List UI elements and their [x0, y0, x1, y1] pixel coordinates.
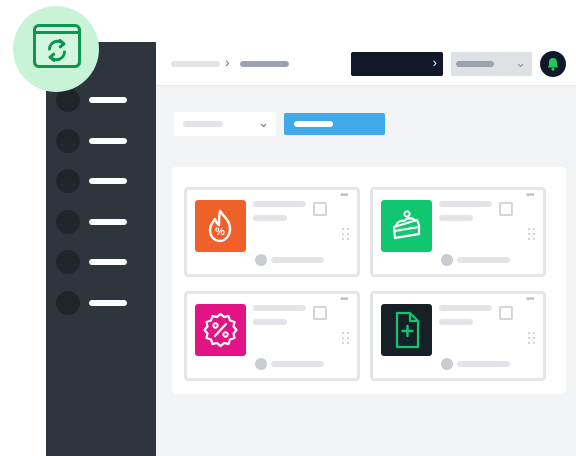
card-title-line [253, 305, 306, 311]
card[interactable]: ••• [370, 291, 546, 381]
card-checkbox[interactable] [313, 202, 327, 216]
add-document-icon [395, 311, 420, 349]
more-options-icon[interactable]: ••• [340, 295, 348, 305]
sidebar-item-icon [56, 129, 80, 153]
drag-handle-icon[interactable] [528, 332, 535, 345]
sidebar-item[interactable] [56, 291, 148, 315]
sidebar-item[interactable] [56, 129, 148, 153]
chevron-down-icon: ⌄ [258, 115, 269, 130]
card[interactable]: ••• [184, 291, 360, 381]
card-checkbox[interactable] [499, 306, 513, 320]
sidebar-item-label [89, 178, 127, 184]
sidebar [46, 42, 156, 456]
card-meta-line [271, 361, 324, 367]
card[interactable]: ••• [370, 187, 546, 277]
drag-handle-icon[interactable] [342, 332, 349, 345]
filter-dropdown[interactable]: ⌄ [174, 112, 276, 136]
card-subtitle-line [439, 319, 473, 325]
view-dropdown-value [456, 61, 494, 67]
cake-slice-icon [392, 210, 421, 240]
sidebar-item[interactable] [56, 210, 148, 234]
card-title-line [253, 201, 306, 207]
chevron-down-icon: ⌄ [515, 55, 526, 70]
card-tile: % [195, 200, 246, 252]
view-dropdown[interactable]: ⌄ [451, 52, 532, 76]
refresh-icon [48, 39, 66, 62]
card-checkbox[interactable] [313, 306, 327, 320]
breadcrumb-item[interactable] [171, 61, 220, 67]
card[interactable]: % ••• [184, 187, 360, 277]
breadcrumb-current [240, 61, 289, 67]
card-tile [381, 304, 432, 356]
avatar [441, 358, 453, 370]
topbar: › › ⌄ [156, 42, 576, 86]
discount-badge-icon [203, 312, 238, 348]
card-meta-line [271, 257, 324, 263]
sidebar-item-icon [56, 291, 80, 315]
sidebar-item-label [89, 259, 127, 265]
app-window: › › ⌄ ⌄ % ••• ••• ••• ••• [46, 42, 576, 456]
card-tile [195, 304, 246, 356]
avatar [441, 254, 453, 266]
avatar [255, 254, 267, 266]
primary-action-label [294, 121, 333, 127]
chevron-right-icon: › [432, 55, 437, 70]
sidebar-item-label [89, 300, 127, 306]
notifications-button[interactable] [540, 51, 566, 77]
svg-text:%: % [215, 226, 225, 238]
bell-icon [547, 58, 559, 71]
card-title-line [439, 201, 492, 207]
card-tile [381, 200, 432, 252]
percent-flame-icon: % [208, 209, 232, 243]
cards-panel: % ••• ••• ••• ••• [172, 167, 566, 394]
more-options-icon[interactable]: ••• [340, 191, 348, 201]
sidebar-item[interactable] [56, 169, 148, 193]
more-options-icon[interactable]: ••• [526, 295, 534, 305]
sidebar-item-icon [56, 250, 80, 274]
avatar [255, 358, 267, 370]
app-logo [13, 6, 99, 92]
workspace-dropdown[interactable]: › [351, 52, 443, 76]
breadcrumb-separator: › [225, 54, 230, 70]
drag-handle-icon[interactable] [342, 228, 349, 241]
sidebar-item-label [89, 219, 127, 225]
primary-action-button[interactable] [284, 113, 385, 135]
sidebar-item-icon [56, 169, 80, 193]
card-checkbox[interactable] [499, 202, 513, 216]
more-options-icon[interactable]: ••• [526, 191, 534, 201]
sidebar-item[interactable] [56, 88, 148, 112]
sidebar-item[interactable] [56, 250, 148, 274]
card-title-line [439, 305, 492, 311]
drag-handle-icon[interactable] [528, 228, 535, 241]
card-subtitle-line [253, 215, 287, 221]
card-subtitle-line [253, 319, 287, 325]
card-subtitle-line [439, 215, 473, 221]
sidebar-item-icon [56, 210, 80, 234]
window-icon [33, 24, 81, 68]
card-meta-line [457, 361, 510, 367]
sidebar-item-label [89, 138, 127, 144]
filter-dropdown-value [183, 121, 223, 127]
card-meta-line [457, 257, 510, 263]
sidebar-item-label [89, 97, 127, 103]
